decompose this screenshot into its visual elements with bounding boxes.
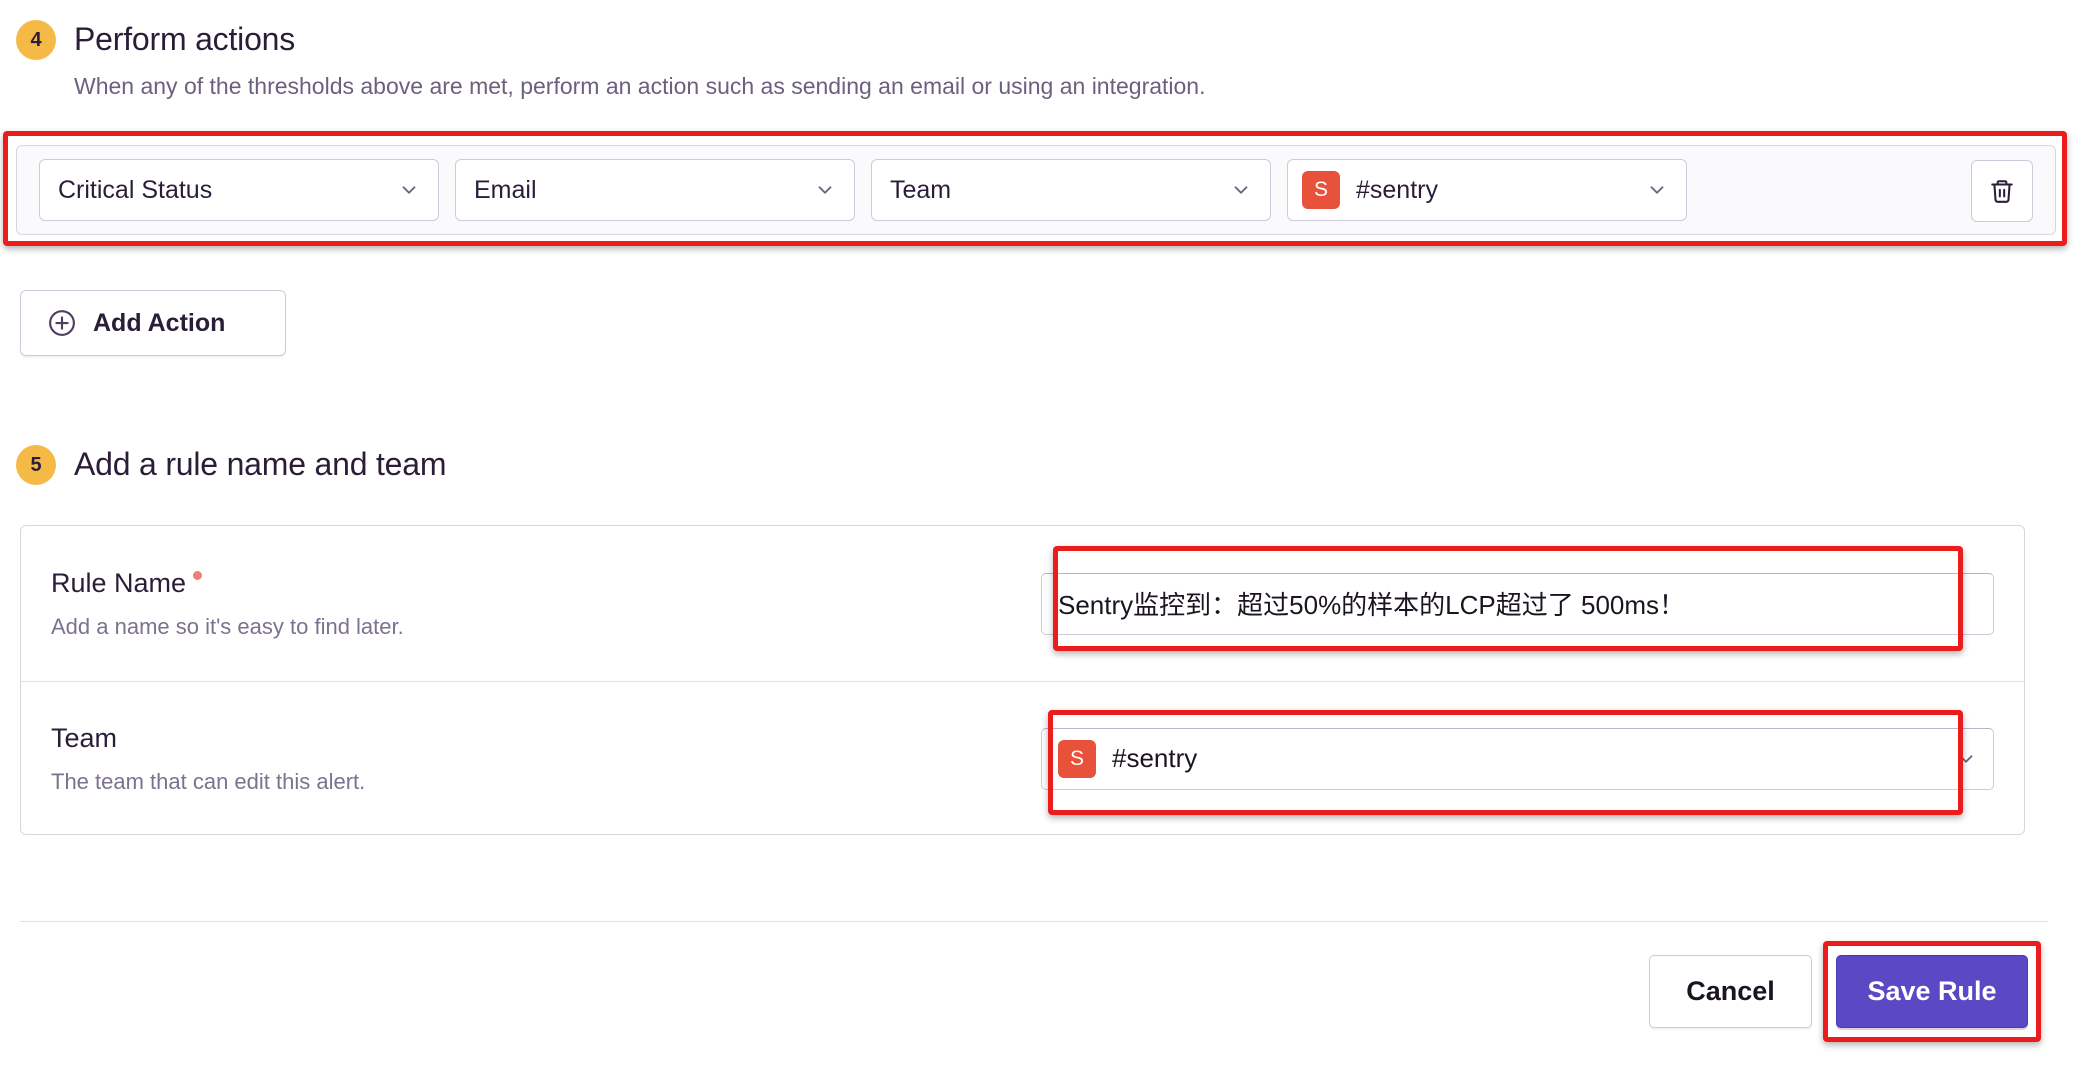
rule-name-label-text: Rule Name bbox=[51, 568, 186, 598]
rule-name-row: Rule Name Add a name so it's easy to fin… bbox=[21, 526, 2024, 681]
chevron-down-icon bbox=[398, 179, 420, 201]
trash-icon bbox=[1989, 178, 2015, 204]
rule-name-label: Rule Name bbox=[51, 567, 1041, 599]
rule-name-input-wrap bbox=[1041, 573, 1994, 635]
team-avatar: S bbox=[1302, 171, 1340, 209]
chevron-down-icon bbox=[814, 179, 836, 201]
step-4-title: Perform actions bbox=[74, 22, 295, 57]
required-indicator-icon bbox=[193, 571, 202, 580]
action-trigger-select[interactable]: Critical Status bbox=[39, 159, 439, 221]
chevron-down-icon bbox=[1230, 179, 1252, 201]
alert-rule-wizard-page: 4 Perform actions When any of the thresh… bbox=[0, 0, 2088, 1086]
delete-action-button[interactable] bbox=[1971, 160, 2033, 222]
step-4-description: When any of the thresholds above are met… bbox=[74, 72, 1206, 101]
action-method-select-label: Email bbox=[474, 176, 800, 205]
action-target-type-select[interactable]: Team bbox=[871, 159, 1271, 221]
chevron-down-icon bbox=[1955, 748, 1977, 770]
step-4-title-row: 4 Perform actions bbox=[16, 20, 1206, 60]
step-5-title: Add a rule name and team bbox=[74, 447, 446, 482]
team-label: Team bbox=[51, 722, 1041, 754]
rule-name-label-group: Rule Name Add a name so it's easy to fin… bbox=[51, 567, 1041, 640]
team-select[interactable]: S #sentry bbox=[1041, 728, 1994, 790]
team-select-wrap: S #sentry bbox=[1041, 728, 1994, 790]
step-5-number-badge: 5 bbox=[16, 445, 56, 485]
cancel-button-label: Cancel bbox=[1686, 976, 1775, 1007]
chevron-down-icon bbox=[1646, 179, 1668, 201]
add-action-button[interactable]: Add Action bbox=[20, 290, 286, 356]
rule-name-input[interactable] bbox=[1041, 573, 1994, 635]
team-avatar: S bbox=[1058, 740, 1096, 778]
rule-name-team-card: Rule Name Add a name so it's easy to fin… bbox=[20, 525, 2025, 835]
step-5-title-row: 5 Add a rule name and team bbox=[16, 445, 446, 485]
action-target-type-select-label: Team bbox=[890, 176, 1216, 205]
action-row-panel: Critical Status Email Team S #sentry bbox=[16, 145, 2056, 235]
team-row: Team The team that can edit this alert. … bbox=[21, 681, 2024, 835]
action-target-team-select[interactable]: S #sentry bbox=[1287, 159, 1687, 221]
step-4-number-badge: 4 bbox=[16, 20, 56, 60]
action-trigger-select-label: Critical Status bbox=[58, 176, 384, 205]
save-rule-button[interactable]: Save Rule bbox=[1836, 955, 2028, 1028]
step-4-header: 4 Perform actions When any of the thresh… bbox=[16, 20, 1206, 101]
rule-name-help-text: Add a name so it's easy to find later. bbox=[51, 614, 1041, 640]
team-label-group: Team The team that can edit this alert. bbox=[51, 722, 1041, 795]
cancel-button[interactable]: Cancel bbox=[1649, 955, 1812, 1028]
step-5-header: 5 Add a rule name and team bbox=[16, 445, 446, 485]
action-method-select[interactable]: Email bbox=[455, 159, 855, 221]
team-help-text: The team that can edit this alert. bbox=[51, 769, 1041, 795]
plus-circle-icon bbox=[47, 308, 77, 338]
action-target-team-select-label: #sentry bbox=[1356, 176, 1632, 205]
team-select-value: #sentry bbox=[1112, 743, 1941, 774]
footer-divider bbox=[20, 921, 2048, 922]
add-action-button-label: Add Action bbox=[93, 309, 225, 338]
save-rule-button-label: Save Rule bbox=[1867, 976, 1996, 1007]
